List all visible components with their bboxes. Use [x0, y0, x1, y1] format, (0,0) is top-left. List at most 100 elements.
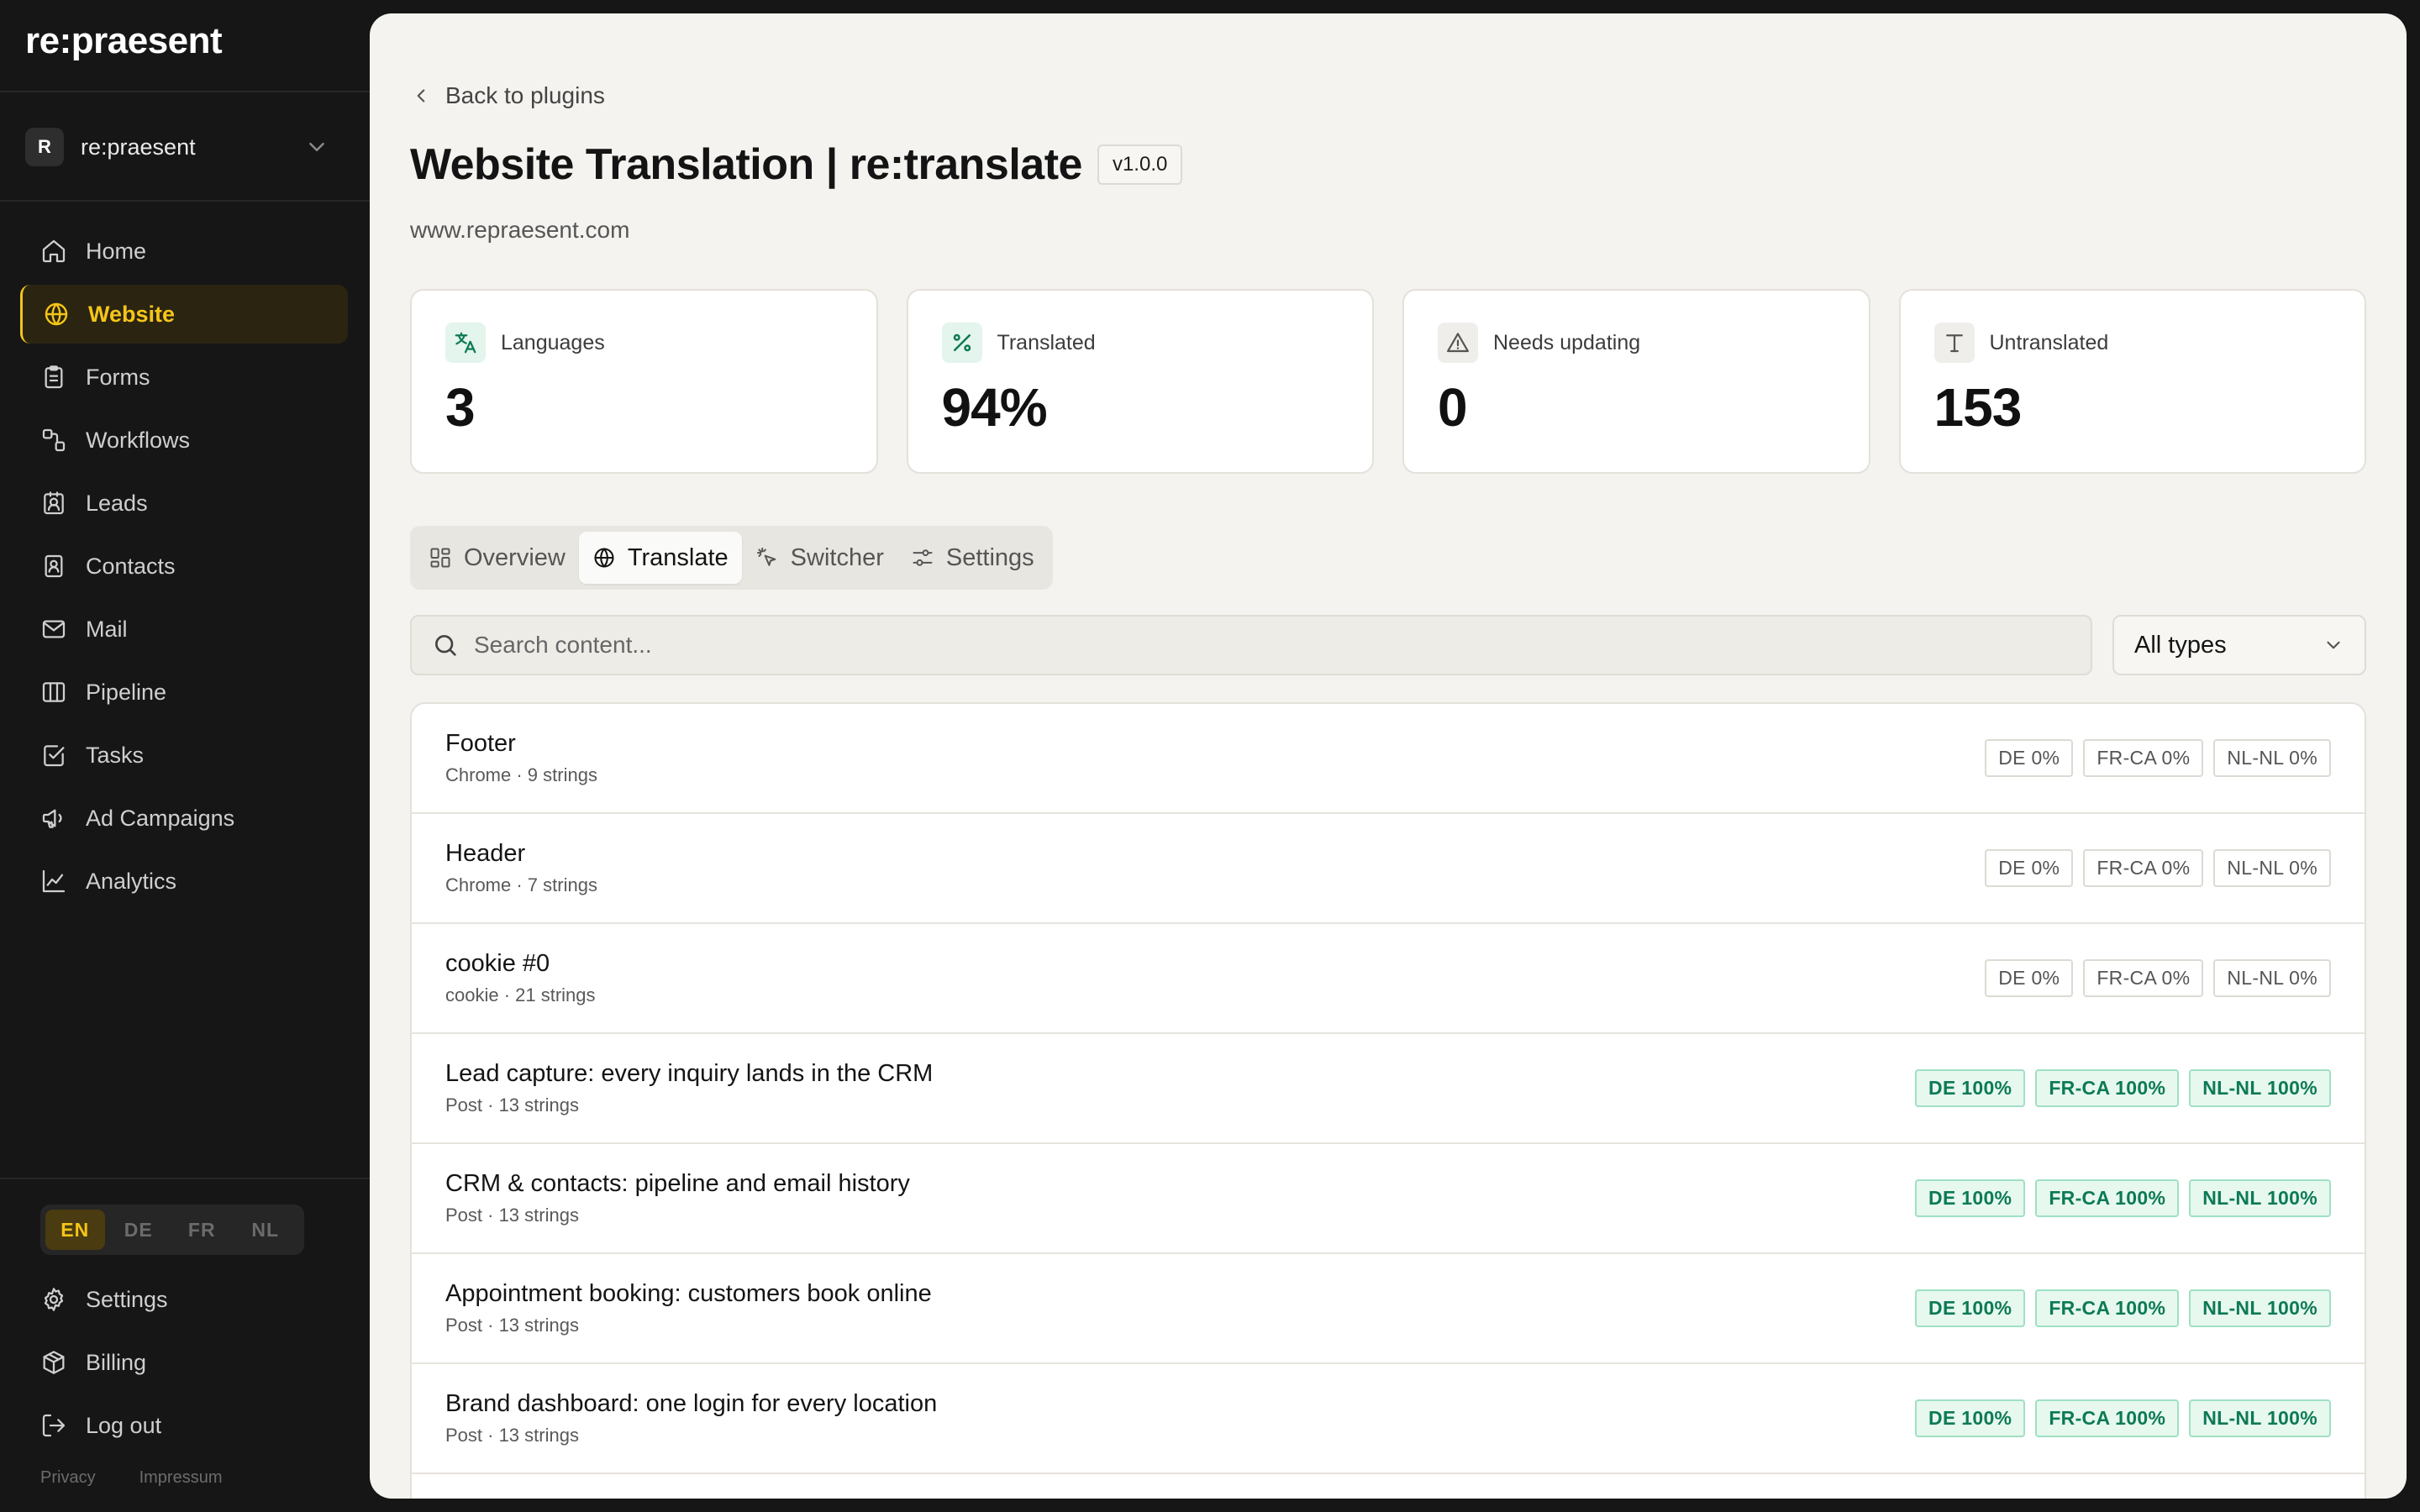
item-subtitle: Chrome · 9 strings [445, 764, 597, 785]
language-badge: DE 100% [1915, 1289, 2026, 1327]
search-icon [435, 635, 456, 656]
tab-overview[interactable]: Overview [415, 532, 579, 584]
page-header: Website Translation | re:translate v1.0.… [410, 139, 1183, 190]
chevron-down-icon [2327, 641, 2340, 649]
tab-label: Translate [627, 543, 729, 571]
list-item[interactable]: Brand dashboard: one login for every loc… [412, 1364, 2365, 1474]
language-badges: DE 100% FR-CA 100% NL-NL 100% [1915, 1179, 2331, 1217]
stat-icon-box [1933, 323, 1975, 363]
language-badge: FR-CA 100% [2035, 1399, 2180, 1437]
sidebar-item-label: Tasks [86, 742, 145, 768]
stat-card-needs-updating: Needs updating 0 [1402, 289, 1870, 474]
language-option-en[interactable]: EN [45, 1210, 105, 1250]
globe-icon [45, 302, 68, 326]
language-badges: DE 100% FR-CA 100% NL-NL 100% [1915, 1069, 2331, 1107]
privacy-link[interactable]: Privacy [40, 1468, 96, 1488]
sidebar-item-forms[interactable]: Forms [20, 348, 348, 407]
language-option-de[interactable]: DE [109, 1210, 169, 1250]
list-item[interactable]: Footer Chrome · 9 strings DE 0% FR-CA 0% … [412, 704, 2365, 814]
sidebar-item-ad-campaigns[interactable]: Ad Campaigns [20, 789, 348, 848]
sidebar-item-label: Workflows [86, 427, 191, 453]
stats-row: Languages 3 Translated 94% Needs updatin… [410, 289, 2366, 474]
stat-label: Needs updating [1493, 330, 1641, 354]
app-logo[interactable]: re:praesent [25, 20, 223, 62]
sidebar-item-label: Home [86, 238, 147, 264]
task-icon [44, 745, 65, 767]
sidebar-item-settings[interactable]: Settings [20, 1270, 348, 1329]
sidebar-item-website[interactable]: Website [20, 285, 348, 344]
sidebar-item-home[interactable]: Home [20, 222, 348, 281]
warning-icon [1447, 333, 1469, 353]
sidebar-item-analytics[interactable]: Analytics [20, 852, 348, 911]
home-icon [42, 239, 66, 263]
list-item[interactable]: Header Chrome · 7 strings DE 0% FR-CA 0% … [412, 814, 2365, 924]
sidebar-item-tasks[interactable]: Tasks [20, 726, 348, 785]
sidebar-item-mail[interactable]: Mail [20, 600, 348, 659]
version-badge: v1.0.0 [1097, 144, 1183, 185]
language-badge: DE 0% [1985, 739, 2074, 777]
language-badges: DE 0% FR-CA 0% NL-NL 0% [1985, 959, 2331, 997]
tab-label: Overview [464, 543, 566, 571]
workspace-avatar: R [25, 128, 64, 166]
item-subtitle: cookie · 21 strings [445, 984, 596, 1005]
clipboard-icon [45, 365, 63, 389]
logout-icon [42, 1414, 66, 1437]
stat-card-translated: Translated 94% [906, 289, 1374, 474]
pointer-icon [756, 547, 776, 566]
sidebar-item-workflows[interactable]: Workflows [20, 411, 348, 470]
language-badge: DE 100% [1915, 1399, 2026, 1437]
sidebar-item-label: Mail [86, 616, 128, 642]
workspace-switcher[interactable]: R re:praesent [25, 118, 336, 176]
item-title: Header [445, 840, 526, 867]
contact-icon [45, 554, 63, 578]
language-badge: DE 0% [1985, 959, 2074, 997]
item-subtitle: Chrome · 7 strings [445, 874, 597, 895]
text-icon [1945, 334, 1963, 353]
stat-value: 3 [445, 377, 476, 438]
back-to-plugins-link[interactable]: Back to plugins [410, 82, 605, 109]
tab-translate[interactable]: Translate [578, 532, 742, 584]
tab-label: Settings [945, 543, 1034, 571]
impressum-link[interactable]: Impressum [139, 1468, 223, 1488]
type-filter-value: All types [2134, 631, 2227, 659]
sidebar-item-leads[interactable]: Leads [20, 474, 348, 533]
logout-button[interactable]: Log out [20, 1396, 348, 1455]
list-item[interactable] [412, 1474, 2365, 1499]
language-badge: NL-NL 0% [2213, 849, 2331, 887]
language-badge: FR-CA 100% [2035, 1069, 2180, 1107]
tab-settings[interactable]: Settings [897, 532, 1048, 584]
box-icon [43, 1351, 65, 1374]
list-item[interactable]: Appointment booking: customers book onli… [412, 1254, 2365, 1364]
stat-icon-box [941, 323, 982, 363]
sidebar-item-pipeline[interactable]: Pipeline [20, 663, 348, 722]
language-badge: DE 100% [1915, 1179, 2026, 1217]
type-filter-select[interactable]: All types [2112, 615, 2366, 675]
language-option-nl[interactable]: NL [236, 1210, 296, 1250]
sidebar: re:praesent R re:praesent Home Website F… [0, 0, 370, 1512]
language-badge: NL-NL 100% [2189, 1069, 2331, 1107]
language-badges: DE 0% FR-CA 0% NL-NL 0% [1985, 849, 2331, 887]
tab-switcher[interactable]: Switcher [742, 532, 897, 584]
grid-icon [430, 548, 450, 568]
item-subtitle: Post · 13 strings [445, 1315, 579, 1336]
language-badge: FR-CA 100% [2035, 1179, 2180, 1217]
item-subtitle: Post · 13 strings [445, 1425, 579, 1446]
sliders-icon [913, 549, 933, 566]
language-badge: NL-NL 0% [2213, 959, 2331, 997]
item-title: Lead capture: every inquiry lands in the… [445, 1060, 934, 1087]
stat-value: 94% [941, 377, 1048, 438]
sidebar-item-label: Analytics [86, 868, 177, 894]
sidebar-item-contacts[interactable]: Contacts [20, 537, 348, 596]
sidebar-item-label: Leads [86, 490, 148, 516]
search-input[interactable] [474, 632, 2070, 659]
gear-icon [44, 1288, 64, 1311]
language-badge: NL-NL 0% [2213, 739, 2331, 777]
language-switcher: EN DE FR NL [40, 1205, 304, 1255]
site-domain: www.repraesent.com [410, 217, 630, 243]
list-item[interactable]: Lead capture: every inquiry lands in the… [412, 1034, 2365, 1144]
item-title: cookie #0 [445, 950, 550, 977]
list-item[interactable]: cookie #0 cookie · 21 strings DE 0% FR-CA… [412, 924, 2365, 1034]
sidebar-item-billing[interactable]: Billing [20, 1333, 348, 1392]
language-option-fr[interactable]: FR [172, 1210, 232, 1250]
list-item[interactable]: CRM & contacts: pipeline and email histo… [412, 1144, 2365, 1254]
